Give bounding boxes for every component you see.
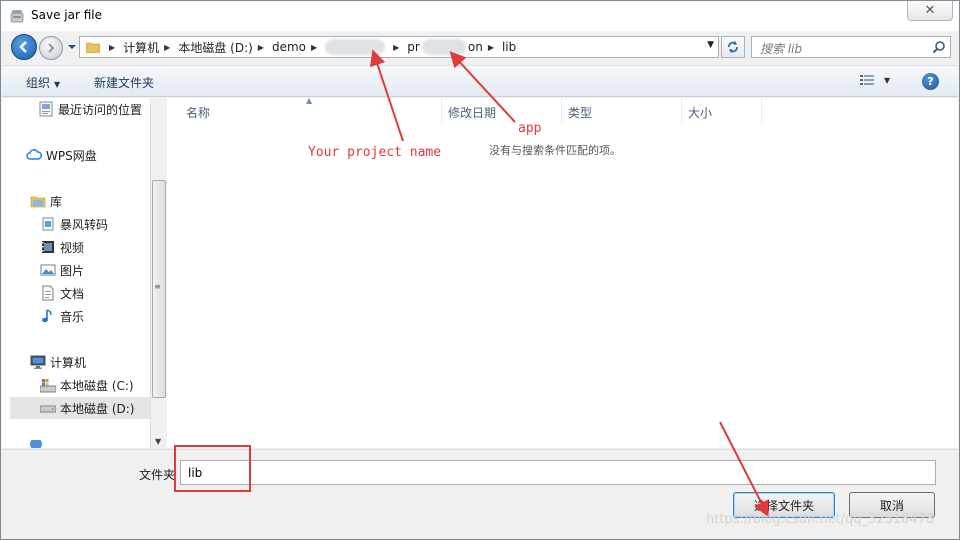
folder-name-input[interactable]: [180, 460, 936, 485]
picture-icon: [40, 262, 56, 278]
drive-c-icon: [40, 377, 56, 393]
empty-results-message: 没有与搜索条件匹配的项。: [489, 144, 621, 157]
address-bar[interactable]: ▶ 计算机 ▶ 本地磁盘 (D:) ▶ demo ▶ ▶ pr on ▶ lib ▼: [79, 36, 719, 58]
sidebar-item-documents[interactable]: 文档: [40, 282, 84, 304]
watermark: https://blog.csdn.net/qq_32518478: [706, 512, 935, 527]
search-box[interactable]: 搜索 lib: [751, 36, 951, 58]
breadcrumb-drive-d[interactable]: 本地磁盘 (D:) ▶: [178, 39, 272, 56]
sidebar-item-drive-d[interactable]: 本地磁盘 (D:): [10, 397, 150, 419]
forward-button[interactable]: [39, 36, 63, 60]
sidebar-item-library[interactable]: 库: [30, 190, 62, 212]
breadcrumb-root[interactable]: ▶: [104, 43, 123, 52]
sidebar-item-computer[interactable]: 计算机: [30, 351, 86, 373]
search-icon[interactable]: [932, 40, 946, 54]
navigation-pane: 最近访问的位置 WPS网盘 库 暴风转码 视频 图片 文档 音乐 计算机 本地磁…: [2, 98, 150, 448]
browser-content: 最近访问的位置 WPS网盘 库 暴风转码 视频 图片 文档 音乐 计算机 本地磁…: [2, 96, 958, 448]
help-button[interactable]: ?: [922, 73, 939, 90]
sidebar-scrollbar[interactable]: ≡ ▼: [150, 98, 167, 448]
sidebar-item-videos[interactable]: 视频: [40, 236, 84, 258]
close-button[interactable]: ✕: [907, 1, 953, 21]
file-list: ▲ 名称 修改日期 类型 大小 没有与搜索条件匹配的项。: [168, 96, 958, 448]
command-toolbar: 组织 ▼ 新建文件夹 ▼ ?: [2, 65, 958, 97]
sort-ascending-icon: ▲: [306, 96, 313, 105]
breadcrumb-demo[interactable]: demo ▶: [272, 40, 325, 54]
chevron-right-icon: ▶: [310, 42, 318, 52]
document-icon: [40, 285, 56, 301]
column-header-modified[interactable]: 修改日期: [442, 98, 562, 124]
chevron-right-icon: ▶: [393, 42, 400, 52]
recent-places-icon: [38, 101, 54, 117]
close-icon: ✕: [924, 3, 936, 18]
cloud-icon: [26, 147, 42, 163]
folder-label: 文件夹: [139, 468, 176, 482]
breadcrumb-computer[interactable]: 计算机 ▶: [123, 39, 178, 56]
redacted-project-name: [325, 39, 386, 55]
sidebar-item-baofeng[interactable]: 暴风转码: [40, 213, 108, 235]
caret-down-icon: ▼: [54, 80, 61, 89]
search-input[interactable]: 搜索 lib: [760, 40, 802, 57]
chevron-right-icon: ▶: [487, 42, 494, 52]
save-jar-dialog: Save jar file ✕ ▶ 计算机▶ 本地磁盘 (D:)▶ demo: [0, 0, 960, 540]
organize-menu[interactable]: 组织 ▼: [26, 74, 60, 91]
chevron-right-icon: ▶: [109, 42, 116, 52]
computer-icon: [30, 354, 46, 370]
breadcrumb-app[interactable]: pr on ▶: [407, 39, 502, 55]
folder-icon: [86, 42, 100, 53]
breadcrumb-project[interactable]: ▶: [325, 39, 407, 55]
address-row: ▶ 计算机 ▶ 本地磁盘 (D:) ▶ demo ▶ ▶ pr on ▶ lib ▼ 搜索…: [1, 31, 959, 63]
scrollbar-grip-icon: ≡: [154, 282, 161, 291]
breadcrumb-lib[interactable]: lib: [502, 40, 516, 54]
drive-d-icon: [40, 400, 56, 416]
caret-down-icon: ▼: [884, 75, 891, 85]
arrow-right-icon: [48, 43, 55, 53]
view-options[interactable]: ▼: [860, 74, 890, 86]
sidebar-item-network-partial[interactable]: [28, 440, 48, 448]
sidebar-item-pictures[interactable]: 图片: [40, 259, 84, 281]
music-icon: [40, 308, 56, 324]
chevron-right-icon: ▶: [257, 42, 264, 52]
window-title: Save jar file: [31, 8, 102, 22]
sidebar-item-music[interactable]: 音乐: [40, 305, 84, 327]
new-folder-button[interactable]: 新建文件夹: [94, 74, 154, 91]
back-button[interactable]: [11, 34, 37, 60]
network-icon: [28, 440, 44, 448]
library-icon: [30, 193, 46, 209]
title-bar: Save jar file ✕: [1, 1, 959, 31]
column-header-type[interactable]: 类型: [562, 98, 682, 124]
video-icon: [40, 239, 56, 255]
arrow-left-icon: [19, 41, 27, 53]
column-header-name[interactable]: ▲ 名称: [168, 96, 442, 124]
redacted-app-name: [421, 39, 466, 55]
library-folder-icon: [40, 216, 56, 232]
column-header-size[interactable]: 大小: [682, 98, 762, 124]
jar-icon: [10, 10, 24, 23]
address-dropdown-icon[interactable]: ▼: [707, 40, 714, 50]
sidebar-item-drive-c[interactable]: 本地磁盘 (C:): [40, 374, 134, 396]
chevron-right-icon: ▶: [164, 42, 171, 52]
refresh-button[interactable]: [721, 36, 745, 58]
refresh-icon: [728, 41, 738, 53]
sidebar-item-recent-places[interactable]: 最近访问的位置: [38, 98, 142, 120]
scroll-down-arrow-icon[interactable]: ▼: [155, 437, 161, 446]
view-list-icon: [860, 75, 874, 85]
recent-pages-dropdown-icon[interactable]: [67, 42, 77, 52]
sidebar-item-wps-cloud[interactable]: WPS网盘: [26, 144, 97, 166]
